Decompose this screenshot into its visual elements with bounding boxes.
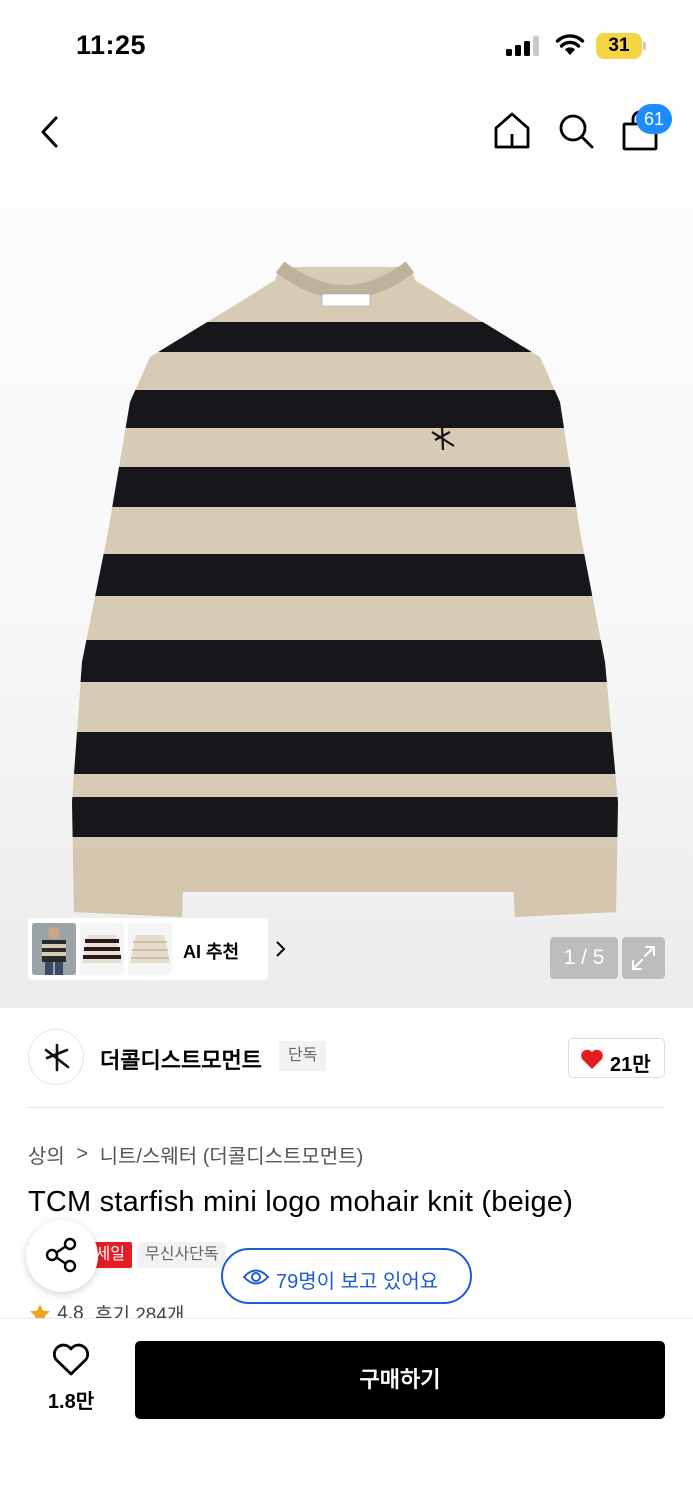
ai-recommend-strip[interactable]: AI 추천 — [28, 918, 286, 980]
divider — [28, 1107, 665, 1108]
back-icon[interactable] — [36, 112, 64, 152]
cart-count-badge: 61 — [636, 104, 672, 134]
bottom-action-bar: 1.8만 구매하기 — [0, 1318, 693, 1500]
search-icon[interactable] — [557, 112, 595, 150]
viewers-text: 79명이 보고 있어요 — [276, 1271, 439, 1293]
battery-icon: 31 — [596, 33, 646, 59]
ai-thumb-3[interactable] — [128, 923, 172, 975]
model-thumb-icon — [32, 923, 76, 975]
chevron-right-icon — [276, 941, 286, 957]
ai-thumb-1[interactable] — [32, 923, 76, 975]
exclusive-tag: 단독 — [279, 1041, 327, 1071]
signal-icon — [506, 36, 539, 56]
wishlist-count: 1.8만 — [47, 1391, 95, 1413]
musinsa-exclusive-tag: 무신사단독 — [138, 1242, 226, 1268]
status-bar: 11:25 31 — [0, 0, 693, 90]
breadcrumb-category[interactable]: 상의 — [28, 1140, 65, 1169]
heart-outline-icon — [52, 1343, 90, 1376]
status-time: 11:25 — [76, 30, 147, 60]
expand-button[interactable] — [622, 937, 665, 979]
sweater-thumb-icon — [128, 923, 172, 975]
battery-level: 31 — [608, 35, 630, 56]
image-pager: 1 / 5 — [550, 937, 618, 979]
heart-filled-icon — [581, 1049, 603, 1069]
ai-recommend-label: AI 추천 — [183, 942, 240, 962]
breadcrumb-subcategory[interactable]: 니트/스웨터 (더콜디스트모먼트) — [100, 1140, 364, 1169]
brand-like-count: 21만 — [610, 1054, 651, 1076]
buy-button[interactable]: 구매하기 — [135, 1341, 665, 1419]
eye-icon — [243, 1269, 269, 1285]
breadcrumb-separator: > — [76, 1143, 89, 1165]
ai-thumb-2[interactable] — [80, 923, 124, 975]
brand-logo[interactable] — [28, 1029, 84, 1085]
starfish-logo-icon — [44, 1043, 70, 1072]
home-icon[interactable] — [492, 110, 532, 150]
product-image[interactable] — [70, 262, 622, 922]
expand-icon — [632, 946, 655, 970]
share-button[interactable] — [26, 1220, 98, 1292]
product-title: TCM starfish mini logo mohair knit (beig… — [28, 1186, 574, 1218]
brand-name[interactable]: 더콜디스트모먼트 — [100, 1043, 262, 1075]
sweater-thumb-icon — [80, 923, 124, 975]
top-nav — [0, 100, 693, 164]
brand-row: 더콜디스트모먼트 단독 21만 — [0, 1008, 693, 1108]
breadcrumb: 상의 > 니트/스웨터 (더콜디스트모먼트) — [28, 1140, 363, 1169]
wifi-icon — [555, 34, 585, 55]
brand-like-button[interactable]: 21만 — [568, 1038, 665, 1078]
wishlist-button[interactable]: 1.8만 — [28, 1343, 114, 1413]
viewers-pill: 79명이 보고 있어요 — [221, 1248, 472, 1304]
share-icon — [45, 1237, 77, 1273]
